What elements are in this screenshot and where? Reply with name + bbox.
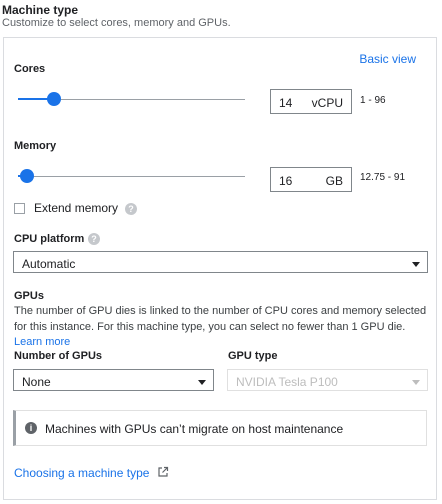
help-icon[interactable]: ? [125, 203, 137, 215]
cores-value: 14 [279, 96, 293, 110]
chevron-down-icon [412, 380, 420, 385]
section-subtitle: Customize to select cores, memory and GP… [2, 17, 231, 29]
memory-label: Memory [14, 140, 57, 152]
cpu-platform-select[interactable]: Automatic [13, 251, 428, 273]
cores-unit: vCPU [311, 96, 343, 110]
external-link-icon[interactable] [153, 466, 169, 480]
memory-slider-track[interactable] [18, 176, 245, 177]
number-of-gpus-value: None [22, 375, 51, 389]
memory-range: 12.75 - 91 [360, 172, 406, 183]
gpu-migration-notice: i Machines with GPUs can’t migrate on ho… [13, 410, 427, 446]
choosing-machine-type-row: Choosing a machine type [14, 466, 169, 480]
cores-range: 1 - 96 [360, 95, 386, 106]
chevron-down-icon [198, 380, 206, 385]
gpus-label: GPUs [14, 290, 44, 302]
gpu-type-value: NVIDIA Tesla P100 [236, 375, 338, 389]
cpu-platform-value: Automatic [22, 257, 76, 271]
memory-unit: GB [325, 174, 343, 188]
cpu-platform-label: CPU platform [14, 233, 85, 245]
memory-input[interactable]: 16 GB [270, 167, 352, 192]
extend-memory-label: Extend memory [34, 201, 119, 215]
gpus-description: The number of GPU dies is linked to the … [14, 305, 427, 333]
memory-slider-thumb[interactable] [20, 169, 35, 183]
learn-more-link[interactable]: Learn more [14, 336, 70, 348]
chevron-down-icon [412, 262, 420, 267]
section-title: Machine type [2, 3, 79, 17]
gpu-type-select[interactable]: NVIDIA Tesla P100 [227, 369, 428, 391]
memory-value: 16 [279, 174, 293, 188]
info-icon: i [25, 422, 37, 434]
help-icon[interactable]: ? [88, 233, 100, 245]
cores-input[interactable]: 14 vCPU [270, 89, 352, 114]
number-of-gpus-select[interactable]: None [13, 369, 214, 391]
basic-view-link[interactable]: Basic view [359, 52, 416, 66]
extend-memory-checkbox[interactable] [14, 203, 25, 214]
gpu-type-label: GPU type [228, 350, 278, 362]
choosing-machine-type-link[interactable]: Choosing a machine type [14, 466, 149, 480]
notice-text: Machines with GPUs can’t migrate on host… [45, 422, 344, 436]
cores-label: Cores [14, 63, 46, 75]
number-of-gpus-label: Number of GPUs [14, 350, 103, 362]
